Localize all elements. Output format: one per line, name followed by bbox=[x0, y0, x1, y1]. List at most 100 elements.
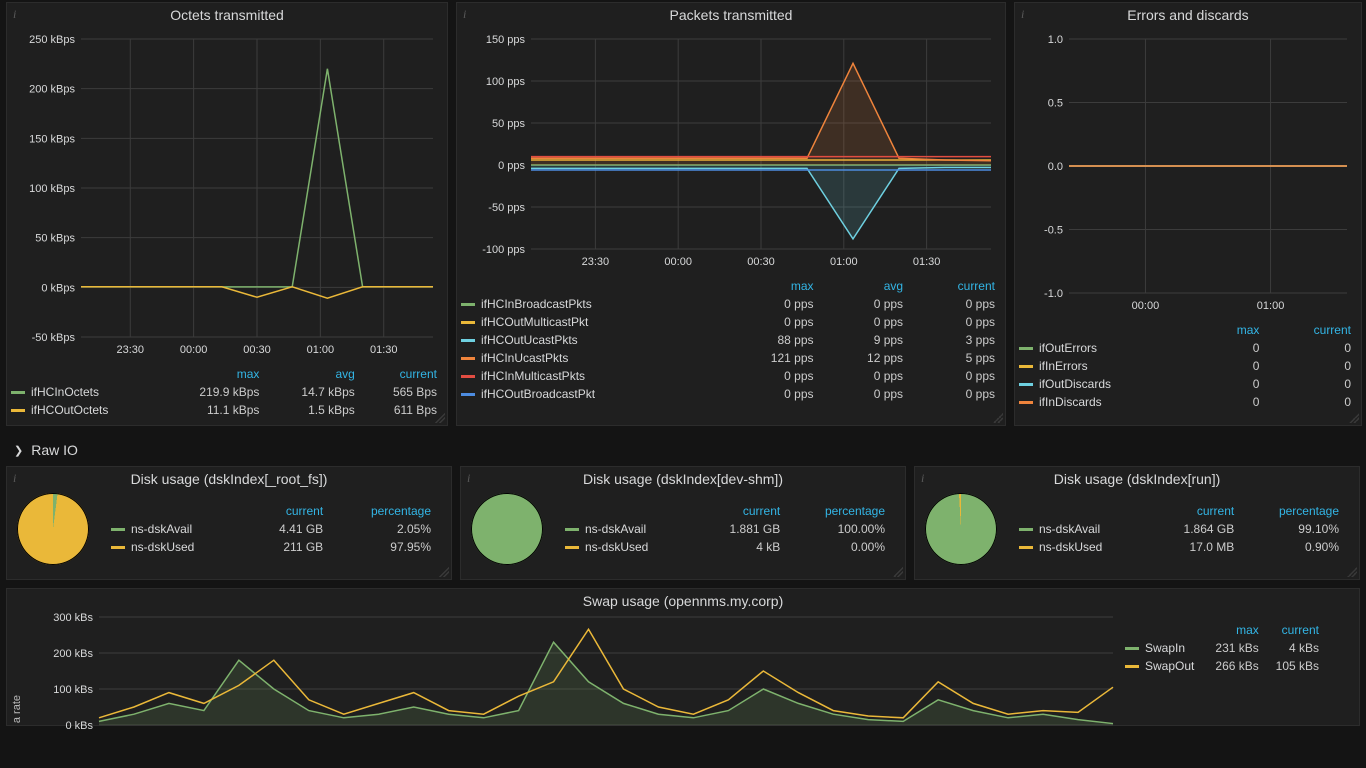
legend-series-current: 0 bbox=[1269, 339, 1361, 357]
svg-text:-50 kBps: -50 kBps bbox=[32, 332, 76, 344]
legend-series-name: ifHCInMulticastPkts bbox=[481, 369, 585, 383]
legend-series-avg: 0 pps bbox=[824, 367, 914, 385]
legend-series-name: ifHCInUcastPkts bbox=[481, 351, 568, 365]
legend-item[interactable]: ns-dskAvail 1.881 GB100.00% bbox=[561, 520, 895, 538]
legend-item[interactable]: ns-dskAvail 4.41 GB2.05% bbox=[107, 520, 441, 538]
svg-text:23:30: 23:30 bbox=[582, 256, 610, 268]
info-icon[interactable]: i bbox=[463, 7, 466, 22]
legend-item[interactable]: ifOutDiscards00 bbox=[1015, 375, 1361, 393]
legend-series-name: SwapIn bbox=[1145, 641, 1185, 655]
svg-text:250 kBps: 250 kBps bbox=[29, 34, 75, 46]
legend-item[interactable]: ns-dskUsed 4 kB0.00% bbox=[561, 538, 895, 556]
info-icon[interactable]: i bbox=[921, 471, 924, 486]
pie-chart[interactable] bbox=[471, 493, 543, 565]
resize-handle[interactable] bbox=[993, 413, 1003, 423]
legend-series-max: 0 bbox=[1204, 357, 1269, 375]
panel-title: Errors and discards bbox=[1015, 3, 1361, 25]
legend-item[interactable]: ifHCOutMulticastPkt0 pps0 pps0 pps bbox=[457, 313, 1005, 331]
legend-series-current: 565 Bps bbox=[365, 383, 447, 401]
panel-title: Disk usage (dskIndex[dev-shm]) bbox=[461, 467, 905, 489]
chart-packets[interactable]: -100 pps-50 pps0 pps50 pps100 pps150 pps… bbox=[457, 25, 1005, 277]
panel-octets-transmitted: i Octets transmitted -50 kBps 0 kBps 50 kB… bbox=[6, 2, 448, 426]
legend-item[interactable]: ifOutErrors00 bbox=[1015, 339, 1361, 357]
info-icon[interactable]: i bbox=[1021, 7, 1024, 22]
info-icon[interactable]: i bbox=[467, 471, 470, 486]
svg-text:00:30: 00:30 bbox=[243, 344, 271, 356]
svg-text:0 kBps: 0 kBps bbox=[41, 282, 75, 294]
svg-text:00:00: 00:00 bbox=[1132, 300, 1160, 312]
legend-series-name: ifHCInOctets bbox=[31, 385, 99, 399]
legend-item[interactable]: ns-dskUsed 211 GB97.95% bbox=[107, 538, 441, 556]
legend-series-name: ifOutErrors bbox=[1039, 341, 1097, 355]
resize-handle[interactable] bbox=[435, 413, 445, 423]
legend-series-name: ifHCInBroadcastPkts bbox=[481, 297, 592, 311]
svg-text:-50 pps: -50 pps bbox=[488, 202, 525, 214]
svg-text:150 pps: 150 pps bbox=[486, 34, 526, 46]
legend-series-avg: 0 pps bbox=[824, 385, 914, 403]
legend-item[interactable]: ifHCInUcastPkts121 pps12 pps5 pps bbox=[457, 349, 1005, 367]
legend-item[interactable]: ifHCOutUcastPkts88 pps9 pps3 pps bbox=[457, 331, 1005, 349]
svg-text:01:00: 01:00 bbox=[830, 256, 858, 268]
legend-item[interactable]: ifInDiscards00 bbox=[1015, 393, 1361, 411]
legend-item[interactable]: ifInErrors00 bbox=[1015, 357, 1361, 375]
legend-item[interactable]: ifHCOutBroadcastPkt0 pps0 pps0 pps bbox=[457, 385, 1005, 403]
legend-series-avg: 14.7 kBps bbox=[269, 383, 364, 401]
resize-handle[interactable] bbox=[439, 567, 449, 577]
svg-text:01:30: 01:30 bbox=[370, 344, 398, 356]
legend-series-current: 0 pps bbox=[913, 367, 1005, 385]
legend-item[interactable]: ifHCInMulticastPkts0 pps0 pps0 pps bbox=[457, 367, 1005, 385]
legend-series-max: 219.9 kBps bbox=[165, 383, 270, 401]
resize-handle[interactable] bbox=[1347, 567, 1357, 577]
chart-octets[interactable]: -50 kBps0 kBps50 kBps100 kBps150 kBps200… bbox=[7, 25, 447, 365]
svg-text:150 kBps: 150 kBps bbox=[29, 133, 75, 145]
legend-series-max: 0 pps bbox=[722, 367, 824, 385]
legend-swap: maxcurrent SwapIn231 kBs4 kBsSwapOut266 … bbox=[1121, 621, 1329, 675]
info-icon[interactable]: i bbox=[13, 7, 16, 22]
chart-errors[interactable]: -1.0-0.50.00.51.000:0001:00 bbox=[1015, 25, 1361, 321]
svg-text:0.0: 0.0 bbox=[1048, 161, 1063, 173]
panel-swap-usage: Swap usage (opennms.my.corp) 0 kBs100 kB… bbox=[6, 588, 1360, 726]
legend-series-name: ifOutDiscards bbox=[1039, 377, 1111, 391]
legend-item[interactable]: SwapOut266 kBs105 kBs bbox=[1121, 657, 1329, 675]
legend-octets: maxavgcurrent ifHCInOctets219.9 kBps14.7… bbox=[7, 365, 447, 419]
legend-item[interactable]: ifHCOutOctets11.1 kBps1.5 kBps611 Bps bbox=[7, 401, 447, 419]
pie-chart[interactable] bbox=[925, 493, 997, 565]
info-icon[interactable]: i bbox=[13, 471, 16, 486]
pie-chart[interactable] bbox=[17, 493, 89, 565]
legend-disk: currentpercentage ns-dskAvail 4.41 GB2.0… bbox=[107, 502, 441, 556]
resize-handle[interactable] bbox=[893, 567, 903, 577]
legend-item[interactable]: SwapIn231 kBs4 kBs bbox=[1121, 639, 1329, 657]
legend-series-avg: 0 pps bbox=[824, 313, 914, 331]
legend-series-name: ifInDiscards bbox=[1039, 395, 1102, 409]
svg-text:50 kBps: 50 kBps bbox=[35, 233, 75, 245]
panel-title: Octets transmitted bbox=[7, 3, 447, 25]
legend-item[interactable]: ifHCInOctets 219.9 kBps14.7 kBps565 Bps bbox=[7, 383, 447, 401]
legend-series-current: 4 kBs bbox=[1269, 639, 1329, 657]
resize-handle[interactable] bbox=[1349, 413, 1359, 423]
legend-disk: currentpercentage ns-dskAvail 1.881 GB10… bbox=[561, 502, 895, 556]
legend-item[interactable]: ns-dskUsed 17.0 MB0.90% bbox=[1015, 538, 1349, 556]
svg-text:-100 pps: -100 pps bbox=[482, 244, 525, 256]
svg-text:00:30: 00:30 bbox=[747, 256, 775, 268]
legend-series-current: 0 pps bbox=[913, 313, 1005, 331]
row-header-label: Raw IO bbox=[31, 442, 78, 458]
chevron-right-icon: ❯ bbox=[14, 444, 23, 457]
legend-series-current: 5 pps bbox=[913, 349, 1005, 367]
legend-disk: currentpercentage ns-dskAvail 1.864 GB99… bbox=[1015, 502, 1349, 556]
svg-text:100 kBps: 100 kBps bbox=[29, 183, 75, 195]
row-header-raw-io[interactable]: ❯ Raw IO bbox=[0, 434, 1366, 466]
legend-item[interactable]: ns-dskAvail 1.864 GB99.10% bbox=[1015, 520, 1349, 538]
svg-text:100 kBs: 100 kBs bbox=[53, 684, 93, 696]
legend-series-avg: 1.5 kBps bbox=[269, 401, 364, 419]
legend-item[interactable]: ifHCInBroadcastPkts0 pps0 pps0 pps bbox=[457, 295, 1005, 313]
legend-series-current: 0 pps bbox=[913, 385, 1005, 403]
legend-series-max: 88 pps bbox=[722, 331, 824, 349]
legend-errors: maxcurrent ifOutErrors00ifInErrors00ifOu… bbox=[1015, 321, 1361, 411]
chart-swap[interactable]: 0 kBs100 kBs200 kBs300 kBs bbox=[7, 611, 1121, 731]
svg-text:0.5: 0.5 bbox=[1048, 98, 1063, 110]
legend-series-current: 0 bbox=[1269, 357, 1361, 375]
panel-title: Swap usage (opennms.my.corp) bbox=[7, 589, 1359, 611]
svg-text:01:00: 01:00 bbox=[307, 344, 335, 356]
svg-text:0 kBs: 0 kBs bbox=[65, 720, 93, 731]
svg-text:00:00: 00:00 bbox=[664, 256, 692, 268]
